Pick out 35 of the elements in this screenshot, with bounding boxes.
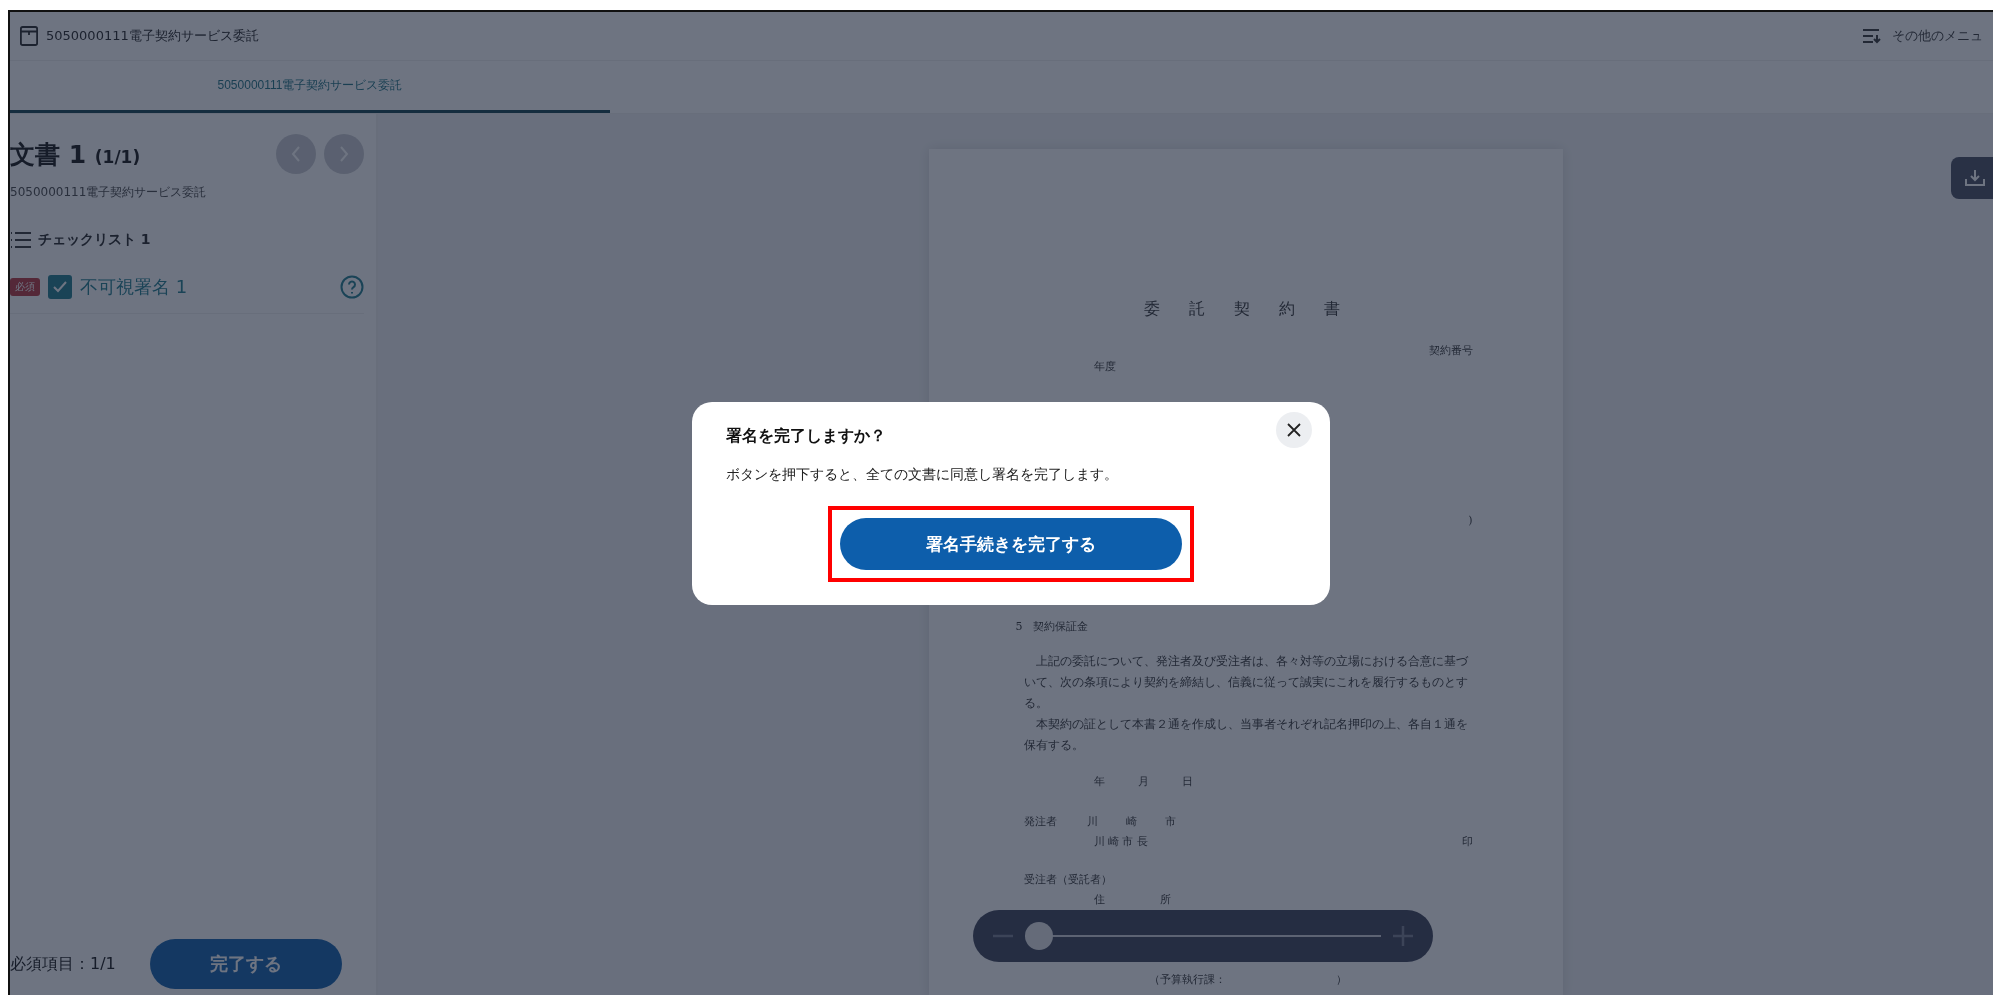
- document-text: 発注者: [1023, 814, 1057, 830]
- document-text: 川 崎 市 長: [1093, 834, 1148, 850]
- document-text: 川 崎 市: [1086, 814, 1178, 830]
- document-text: ): [1468, 514, 1473, 527]
- document-text: 契約番号: [1428, 344, 1473, 357]
- document-text: 年 月 日: [1093, 775, 1193, 788]
- document-text: 5 契約保証金: [1015, 620, 1089, 633]
- complete-button[interactable]: 完了する: [149, 939, 342, 989]
- checkbox[interactable]: [48, 275, 72, 299]
- contract-title: 5050000111電子契約サービス委託: [46, 27, 259, 45]
- document-text: （予算執行課： ）: [1149, 973, 1347, 986]
- other-menu-button[interactable]: その他のメニュ: [1862, 27, 1983, 45]
- confirm-button[interactable]: 署名手続きを完了する: [840, 518, 1182, 570]
- document-icon: [20, 26, 38, 46]
- document-text: 住 所: [1093, 892, 1171, 908]
- check-icon: [53, 281, 67, 293]
- document-text: 印: [1461, 834, 1473, 850]
- close-icon: [1287, 423, 1301, 437]
- document-text: 受注者（受託者）: [1023, 873, 1112, 886]
- document-text: 年度: [1093, 360, 1116, 373]
- signature-item[interactable]: 不可視署名 1: [80, 275, 332, 299]
- dialog-message: ボタンを押下すると、全ての文書に同意し署名を完了します。: [726, 466, 1119, 484]
- document-text: 委 託 契 約 書: [1143, 299, 1353, 318]
- list-icon: [10, 231, 32, 249]
- menu-icon: [1862, 28, 1882, 44]
- document-heading: 文書 1 (1/1): [10, 138, 141, 171]
- close-button[interactable]: [1276, 412, 1312, 448]
- slider-thumb[interactable]: [1025, 922, 1054, 950]
- dialog-title: 署名を完了しますか？: [726, 424, 886, 447]
- checklist-title: チェックリスト 1: [38, 231, 151, 249]
- download-icon: [1965, 169, 1985, 187]
- help-icon[interactable]: [340, 275, 364, 299]
- required-count: 必須項目：1/1: [10, 953, 116, 975]
- document-subtitle: 5050000111電子契約サービス委託: [10, 184, 208, 201]
- download-button[interactable]: [1951, 157, 1993, 199]
